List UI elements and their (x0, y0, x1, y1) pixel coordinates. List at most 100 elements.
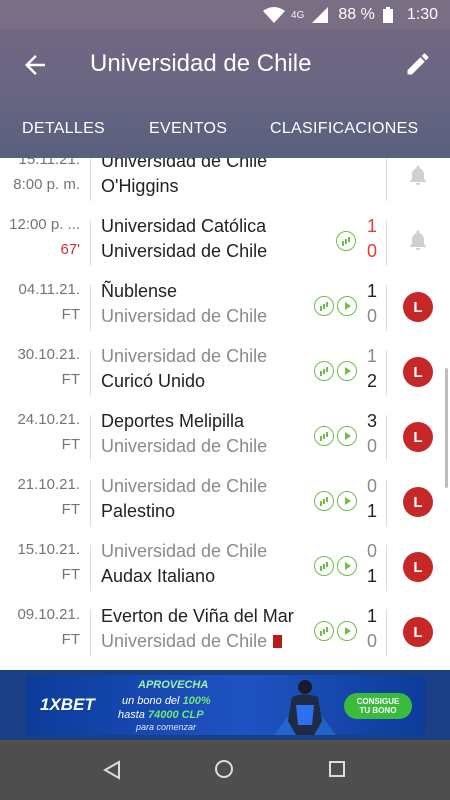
home-score: 0 (366, 541, 377, 561)
play-icon[interactable] (337, 491, 357, 511)
ad-creative[interactable]: 1XBET APROVECHA un bono del 100% hasta 7… (26, 675, 425, 735)
divider (386, 610, 387, 656)
away-score: 0 (366, 306, 377, 326)
play-icon[interactable] (337, 621, 357, 641)
home-team: Universidad de Chile (101, 476, 268, 496)
match-icons (314, 426, 360, 448)
match-row[interactable]: 04.11.21. FT Ñublense Universidad de Chi… (0, 275, 450, 340)
divider (90, 415, 91, 461)
nav-back-icon[interactable] (103, 760, 123, 780)
loss-badge: L (403, 617, 433, 647)
ad-cta-button[interactable]: CONSIGUE TU BONO (344, 693, 412, 719)
home-score: 1 (366, 216, 377, 236)
match-icons (314, 296, 360, 318)
loss-badge: L (403, 422, 433, 452)
match-icons (314, 621, 360, 643)
stats-icon[interactable] (314, 361, 334, 381)
home-team: Universidad Católica (101, 216, 267, 236)
divider (386, 285, 387, 331)
loss-badge: L (403, 487, 433, 517)
scrollbar[interactable] (445, 368, 448, 488)
match-list[interactable]: 15.11.21. 8:00 p. m. Universidad de Chil… (0, 158, 450, 670)
battery-level: 88 % (338, 6, 375, 23)
match-row[interactable]: 15.10.21. FT Universidad de Chile Audax … (0, 535, 450, 600)
match-row[interactable]: 30.10.21. FT Universidad de Chile Curicó… (0, 340, 450, 405)
away-team: Curicó Unido (101, 371, 206, 391)
tab-detalles[interactable]: DETALLES (22, 120, 105, 138)
loss-badge: L (403, 552, 433, 582)
bell-icon[interactable] (409, 165, 427, 185)
home-team: Everton de Viña del Mar (101, 606, 294, 626)
loss-badge: L (403, 357, 433, 387)
home-score: 3 (366, 411, 377, 431)
match-row[interactable]: 09.10.21. FT Everton de Viña del Mar Uni… (0, 600, 450, 665)
play-icon[interactable] (337, 556, 357, 576)
away-team: Universidad de Chile (101, 631, 283, 652)
away-score: 0 (366, 436, 377, 456)
divider (90, 350, 91, 396)
network-type: 4G (291, 9, 305, 21)
divider (386, 415, 387, 461)
home-score: 0 (366, 476, 377, 496)
play-icon[interactable] (337, 296, 357, 316)
tab-eventos[interactable]: EVENTOS (149, 120, 227, 138)
home-team: Universidad de Chile (101, 158, 268, 171)
app-bar: Universidad de Chile DETALLES EVENTOS CL… (0, 30, 450, 158)
divider (90, 220, 91, 266)
match-icons (314, 361, 360, 383)
divider (90, 285, 91, 331)
away-score: 0 (366, 241, 377, 261)
divider (90, 480, 91, 526)
home-team: Deportes Melipilla (101, 411, 245, 431)
nav-home-icon[interactable] (215, 760, 233, 778)
home-team: Universidad de Chile (101, 541, 268, 561)
home-team: Ñublense (101, 281, 178, 301)
signal-icon (312, 7, 329, 23)
back-arrow-icon[interactable] (20, 50, 50, 80)
divider (90, 545, 91, 591)
away-score: 2 (366, 371, 377, 391)
away-score: 1 (366, 566, 377, 586)
live-minute: 67' (60, 241, 80, 258)
bell-icon[interactable] (409, 230, 427, 250)
play-icon[interactable] (337, 361, 357, 381)
away-score: 1 (366, 501, 377, 521)
stats-icon[interactable] (336, 231, 356, 251)
match-icons (314, 556, 360, 578)
battery-icon (382, 7, 393, 23)
away-team: O'Higgins (101, 176, 179, 196)
edit-pencil-icon[interactable] (404, 50, 432, 78)
divider (386, 158, 387, 201)
nav-recents-icon[interactable] (329, 761, 345, 777)
ad-text-line: para comenzar (136, 722, 197, 732)
player-figure-icon (274, 680, 336, 735)
match-row[interactable]: 15.11.21. 8:00 p. m. Universidad de Chil… (0, 158, 450, 210)
tab-clasificaciones[interactable]: CLASIFICACIONES (270, 120, 419, 138)
away-team: Universidad de Chile (101, 436, 268, 456)
divider (386, 220, 387, 266)
away-score: 0 (366, 631, 377, 651)
home-score: 1 (366, 606, 377, 626)
divider (90, 158, 91, 201)
match-row[interactable]: 12:00 p. ... 67' Universidad Católica Un… (0, 210, 450, 275)
match-row[interactable]: 21.10.21. FT Universidad de Chile Palest… (0, 470, 450, 535)
stats-icon[interactable] (314, 621, 334, 641)
status-bar: 4G 88 % 1:30 (0, 0, 450, 30)
ad-banner[interactable]: 1XBET APROVECHA un bono del 100% hasta 7… (0, 670, 450, 740)
stats-icon[interactable] (314, 491, 334, 511)
away-team: Audax Italiano (101, 566, 216, 586)
stats-icon[interactable] (314, 426, 334, 446)
system-nav-bar (0, 740, 450, 800)
play-icon[interactable] (337, 426, 357, 446)
ad-text-line: hasta 74000 CLP (118, 709, 204, 721)
match-icons (314, 491, 360, 513)
away-team: Universidad de Chile (101, 306, 268, 326)
stats-icon[interactable] (314, 556, 334, 576)
home-score: 1 (366, 346, 377, 366)
match-row[interactable]: 24.10.21. FT Deportes Melipilla Universi… (0, 405, 450, 470)
home-score: 1 (366, 281, 377, 301)
loss-badge: L (403, 292, 433, 322)
home-team: Universidad de Chile (101, 346, 268, 366)
divider (386, 480, 387, 526)
stats-icon[interactable] (314, 296, 334, 316)
